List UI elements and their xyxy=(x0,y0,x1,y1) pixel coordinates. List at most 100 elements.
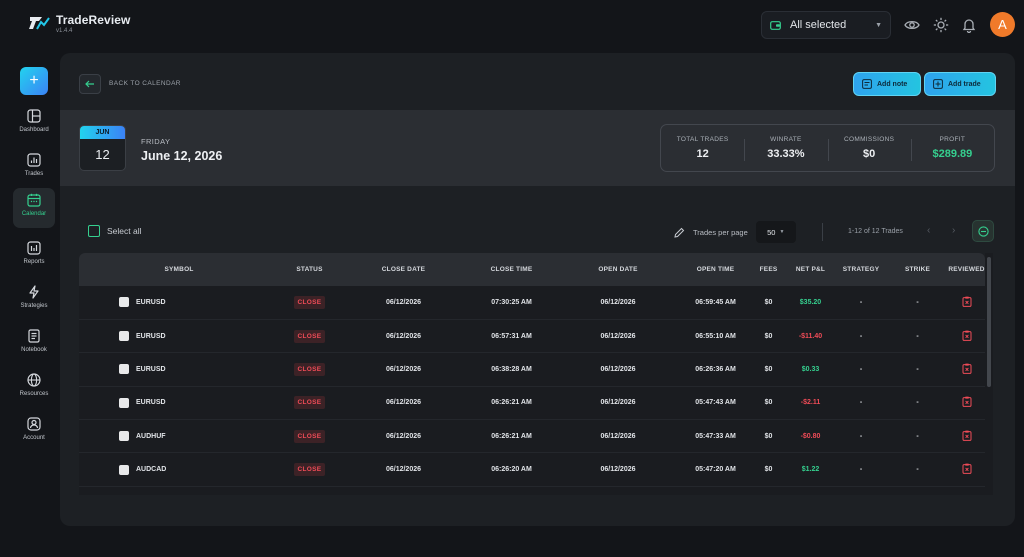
symbol-cell[interactable]: EURUSD xyxy=(79,353,279,386)
sidebar-item-label: Notebook xyxy=(21,347,47,353)
scrollbar-thumb[interactable] xyxy=(987,257,991,387)
symbol-cell[interactable]: EURUSD xyxy=(79,319,279,352)
eye-icon[interactable] xyxy=(904,17,920,33)
stat-winrate: WINRATE 33.33% xyxy=(744,136,827,161)
reviewed-cell[interactable] xyxy=(948,386,985,419)
app-logo[interactable]: TradeReview v1.4.4 xyxy=(28,14,130,34)
stats-card: TOTAL TRADES 12 WINRATE 33.33% COMMISSIO… xyxy=(660,124,995,172)
add-trade-button[interactable]: Add trade xyxy=(924,72,996,96)
day-detail-panel: BACK TO CALENDAR Add note Add trade JUN … xyxy=(60,53,1015,526)
column-header[interactable]: NET P&L xyxy=(786,253,835,286)
reviewed-cell[interactable] xyxy=(948,420,985,453)
sidebar-item-resources[interactable]: Resources xyxy=(13,368,55,408)
column-header[interactable]: STRATEGY xyxy=(835,253,887,286)
next-page-icon[interactable]: › xyxy=(952,225,955,236)
weekday-label: FRIDAY xyxy=(141,137,171,146)
symbol-text: AUDCAD xyxy=(136,466,167,474)
table-row[interactable]: EURUSD CLOSE 06/12/2026 07:30:25 AM 06/12/20… xyxy=(79,286,985,320)
net-pnl-cell: -$2.11 xyxy=(800,399,821,407)
net-pnl-cell: -$0.80 xyxy=(800,432,821,440)
account-select[interactable]: All selected ▼ xyxy=(761,11,891,39)
strike-cell: - xyxy=(916,399,919,407)
add-button[interactable]: + xyxy=(20,67,48,95)
sidebar-item-notebook[interactable]: Notebook xyxy=(13,324,55,364)
status-badge: CLOSE xyxy=(293,396,326,410)
sidebar-item-label: Account xyxy=(23,435,45,441)
table-header-row: SYMBOL STATUS CLOSE DATE CLOSE TIME OPEN… xyxy=(79,253,985,286)
add-note-button[interactable]: Add note xyxy=(853,72,921,96)
clipboard-x-icon[interactable] xyxy=(962,430,972,441)
open-date-cell: 06/12/2026 xyxy=(600,332,636,340)
column-header[interactable]: STATUS xyxy=(279,253,340,286)
avatar[interactable]: A xyxy=(990,12,1015,37)
table-row[interactable]: EURUSD CLOSE 06/12/2026 06:57:31 AM 06/12/20… xyxy=(79,319,985,353)
trades-per-page: Trades per page 50 ▼ xyxy=(674,221,796,243)
status-cell: CLOSE xyxy=(279,286,340,319)
column-header[interactable]: SYMBOL xyxy=(79,253,279,286)
table-row[interactable]: AUDCAD CLOSE 06/12/2026 06:26:20 AM 06/12/20… xyxy=(79,453,985,487)
open-time-cell: 05:47:43 AM xyxy=(695,399,736,407)
close-time-cell: 06:26:21 AM xyxy=(491,399,532,407)
plus-icon: + xyxy=(29,72,39,89)
reviewed-cell[interactable] xyxy=(948,319,985,352)
close-date-cell: 06/12/2026 xyxy=(385,399,422,407)
stat-value: 12 xyxy=(696,148,709,160)
reviewed-cell[interactable] xyxy=(948,353,985,386)
wallet-icon xyxy=(770,21,781,30)
symbol-cell[interactable]: AUDHUF xyxy=(79,420,279,453)
column-header[interactable]: CLOSE DATE xyxy=(340,253,467,286)
back-button[interactable] xyxy=(79,74,101,94)
strategy-cell: - xyxy=(859,332,863,340)
sidebar-item-calendar[interactable]: Calendar xyxy=(13,188,55,228)
prev-page-icon[interactable]: ‹ xyxy=(927,225,930,236)
symbol-icon xyxy=(119,464,129,475)
status-cell: CLOSE xyxy=(279,453,340,486)
column-header[interactable]: OPEN TIME xyxy=(680,253,751,286)
add-note-label: Add note xyxy=(877,80,908,88)
clipboard-x-icon[interactable] xyxy=(962,330,972,341)
per-page-select[interactable]: 50 ▼ xyxy=(755,221,796,243)
column-header[interactable]: STRIKE xyxy=(887,253,948,286)
symbol-cell[interactable]: EURUSD xyxy=(79,386,279,419)
sidebar-item-reports[interactable]: Reports xyxy=(13,236,55,276)
strategy-cell: - xyxy=(859,432,863,440)
table-scrollbar[interactable] xyxy=(985,253,993,495)
open-time-cell: 06:55:10 AM xyxy=(695,332,736,340)
back-to-calendar-link[interactable]: BACK TO CALENDAR xyxy=(109,80,181,87)
sidebar-item-dashboard[interactable]: Dashboard xyxy=(13,104,55,144)
column-header[interactable]: OPEN DATE xyxy=(556,253,680,286)
status-badge: CLOSE xyxy=(293,295,326,309)
column-header[interactable]: REVIEWED xyxy=(948,253,985,286)
symbol-cell[interactable]: AUDCAD xyxy=(79,453,279,486)
select-all[interactable]: Select all xyxy=(88,225,142,237)
edit-icon[interactable] xyxy=(674,227,685,238)
sidebar-item-account[interactable]: Account xyxy=(13,412,55,452)
clipboard-x-icon[interactable] xyxy=(962,396,972,408)
clipboard-x-icon[interactable] xyxy=(962,463,972,475)
column-header[interactable]: FEES xyxy=(751,253,786,286)
reports-icon xyxy=(27,241,41,255)
sidebar-item-strategies[interactable]: Strategies xyxy=(13,280,55,320)
reviewed-cell[interactable] xyxy=(948,453,985,486)
per-page-label: Trades per page xyxy=(693,227,748,237)
column-header[interactable]: CLOSE TIME xyxy=(467,253,556,286)
select-all-label: Select all xyxy=(107,226,142,236)
fees-cell: $0 xyxy=(764,432,773,440)
sidebar-item-label: Reports xyxy=(23,259,45,265)
clipboard-x-icon[interactable] xyxy=(962,296,972,307)
table-row[interactable]: EURUSD CLOSE 06/12/2026 06:26:21 AM 06/12/20… xyxy=(79,386,985,420)
stat-value: $0 xyxy=(863,148,876,160)
fees-cell: $0 xyxy=(764,332,773,340)
open-date-cell: 06/12/2026 xyxy=(600,466,636,474)
sun-icon[interactable] xyxy=(933,17,949,33)
collapse-button[interactable] xyxy=(972,220,994,242)
select-all-checkbox[interactable] xyxy=(88,225,100,237)
clipboard-x-icon[interactable] xyxy=(962,363,972,374)
sidebar-item-trades[interactable]: Trades xyxy=(13,148,55,188)
bell-icon[interactable] xyxy=(961,17,977,33)
table-row[interactable]: AUDHUF CLOSE 06/12/2026 06:26:21 AM 06/12/20… xyxy=(79,420,985,453)
stat-label: PROFIT xyxy=(939,136,966,143)
symbol-cell[interactable]: EURUSD xyxy=(79,286,279,319)
table-row[interactable]: EURUSD CLOSE 06/12/2026 06:38:28 AM 06/12/20… xyxy=(79,353,985,387)
reviewed-cell[interactable] xyxy=(948,286,985,319)
